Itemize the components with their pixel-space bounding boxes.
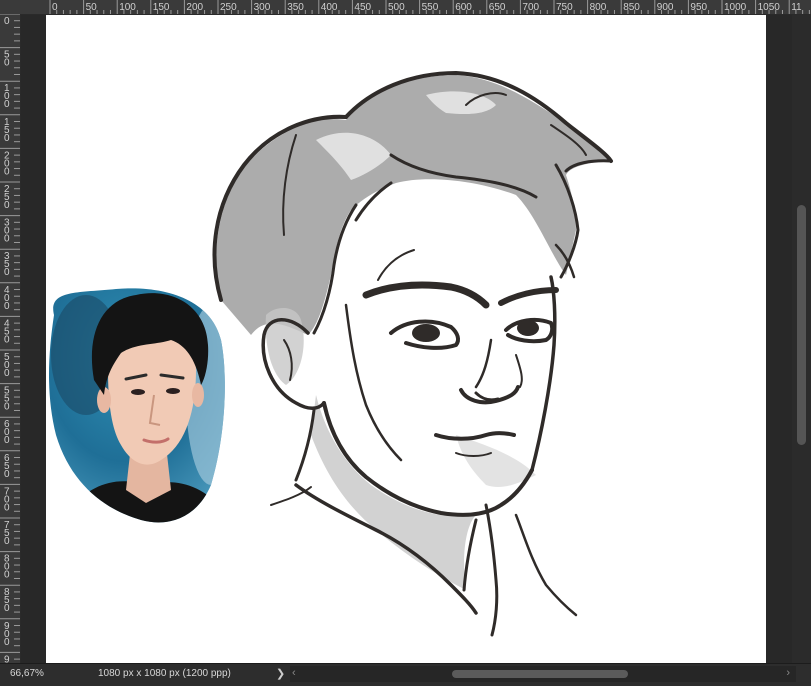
sketch-artwork: [49, 71, 613, 637]
ruler-label: 800: [4, 554, 10, 581]
ruler-label: 950: [690, 2, 707, 13]
horizontal-ruler-ticks: 0 50 100 150 200 250 300 350 400 450 500 550 600 650 7…: [49, 0, 810, 14]
zoom-level[interactable]: 66,67%: [10, 668, 44, 679]
ruler-label: 900: [4, 621, 10, 648]
reference-photo: [49, 288, 225, 523]
vertical-ruler-ticks: 0 5 0 1 0 0 1 5 0 2 0 0 2 5 0 3 0 0 3 5 0 4 0 0 4 5 0 5 0 0 5 5 0 6 0 0 6 5 0 7…: [0, 14, 20, 663]
ruler-label: 850: [4, 587, 10, 614]
ruler-label: 0: [4, 16, 10, 27]
ruler-label: 850: [623, 2, 640, 13]
ruler-label: 450: [4, 318, 10, 345]
sketch-hair: [216, 75, 611, 335]
ruler-label: 50: [86, 2, 98, 13]
ruler-label: 750: [4, 520, 10, 547]
ruler-label: 350: [4, 251, 10, 278]
vertical-scrollbar[interactable]: [792, 15, 811, 663]
ruler-label: 150: [153, 2, 170, 13]
ruler-label: 11: [791, 2, 802, 13]
vertical-ruler[interactable]: 0 50 100 150 200 250 300 350 400 450 500 550 600 650 7…: [0, 14, 21, 663]
ruler-label: 150: [4, 117, 10, 144]
ruler-label: 550: [422, 2, 439, 13]
horizontal-ruler[interactable]: 0 50 100 150 200 250 300 350 400 450 500 550 600 650 7…: [0, 0, 811, 15]
chevron-left-icon[interactable]: ‹: [292, 667, 296, 679]
ruler-label: 900: [657, 2, 674, 13]
ruler-label: 700: [4, 486, 10, 513]
ruler-label: 400: [321, 2, 338, 13]
ruler-label: 600: [455, 2, 472, 13]
ruler-label: 100: [4, 83, 10, 110]
ruler-label: 0: [52, 2, 58, 13]
ruler-label: 50: [4, 50, 10, 69]
ruler-label: 250: [220, 2, 237, 13]
ruler-label: 550: [4, 386, 10, 413]
ruler-label: 250: [4, 184, 10, 211]
ruler-label: 100: [119, 2, 136, 13]
ruler-label: 200: [186, 2, 203, 13]
ruler-label: 650: [489, 2, 506, 13]
ruler-label: 750: [556, 2, 573, 13]
horizontal-scroll-thumb[interactable]: [452, 670, 628, 678]
status-bar: 66,67% 1080 px x 1080 px (1200 ppp) ❯ ‹ …: [0, 663, 811, 686]
ruler-label: 1000: [724, 2, 747, 13]
ruler-label: 300: [254, 2, 271, 13]
ruler-label: 500: [388, 2, 405, 13]
ruler-label: 650: [4, 453, 10, 480]
ruler-label: 700: [522, 2, 539, 13]
ruler-label: 800: [590, 2, 607, 13]
vertical-scroll-thumb[interactable]: [797, 205, 806, 445]
ruler-label: 600: [4, 419, 10, 446]
status-info-arrow-button[interactable]: ❯: [276, 667, 285, 680]
document-canvas[interactable]: [46, 15, 766, 663]
document-info: 1080 px x 1080 px (1200 ppp): [98, 668, 231, 679]
ruler-label: 300: [4, 218, 10, 245]
ruler-label: 950: [4, 654, 10, 663]
ruler-label: 350: [287, 2, 304, 13]
ruler-label: 1050: [758, 2, 781, 13]
ruler-label: 450: [354, 2, 371, 13]
ruler-label: 500: [4, 352, 10, 379]
ruler-label: 200: [4, 150, 10, 177]
ruler-label: 400: [4, 285, 10, 312]
horizontal-scrollbar[interactable]: ‹ ›: [290, 666, 796, 682]
chevron-right-icon[interactable]: ›: [786, 667, 790, 679]
